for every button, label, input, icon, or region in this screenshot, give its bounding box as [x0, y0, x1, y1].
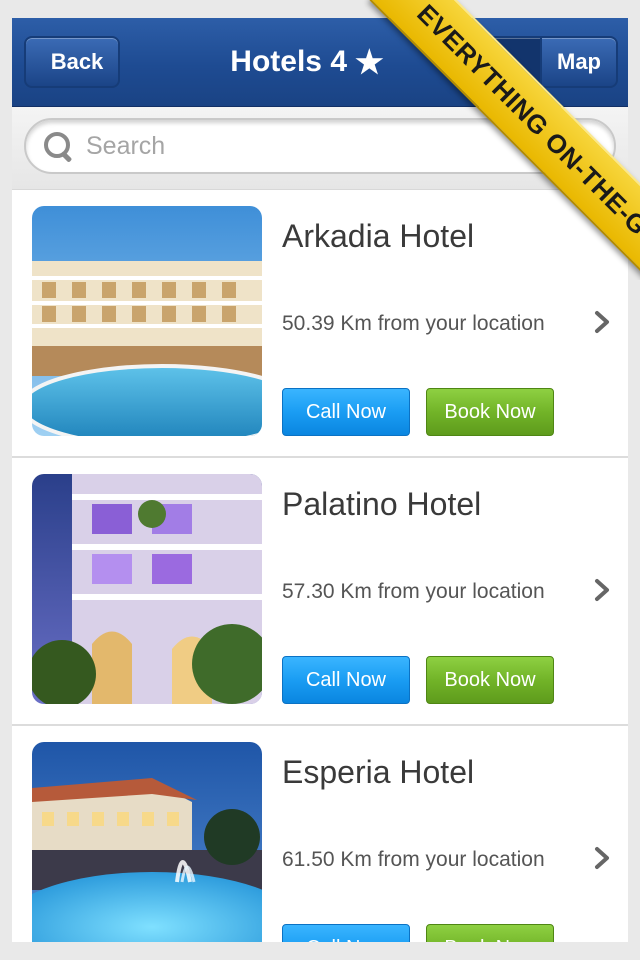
list-view-button[interactable]	[462, 36, 542, 88]
list-item[interactable]: Arkadia Hotel 50.39 Km from your locatio…	[12, 190, 628, 458]
search-icon	[42, 130, 74, 163]
search-box[interactable]	[24, 118, 616, 174]
back-button[interactable]: Back	[24, 36, 120, 88]
navigation-bar: Back Hotels 4 ★ Map	[12, 18, 628, 107]
hotel-distance: 61.50 Km from your location	[282, 848, 545, 871]
chevron-right-icon[interactable]	[588, 576, 616, 604]
hotel-photo	[32, 206, 262, 436]
hotel-name[interactable]: Esperia Hotel	[282, 754, 474, 791]
hotel-distance: 50.39 Km from your location	[282, 312, 545, 335]
star-icon: ★	[355, 44, 384, 80]
hotel-list: Arkadia Hotel 50.39 Km from your locatio…	[12, 190, 628, 942]
map-button-label: Map	[557, 49, 601, 74]
page-title: Hotels 4 ★	[192, 40, 422, 84]
hotel-distance: 57.30 Km from your location	[282, 580, 545, 603]
book-now-button[interactable]: Book Now	[426, 924, 554, 942]
call-now-button[interactable]: Call Now	[282, 388, 410, 436]
hotel-name[interactable]: Palatino Hotel	[282, 486, 481, 523]
chevron-right-icon[interactable]	[588, 844, 616, 872]
map-button[interactable]: Map	[540, 36, 618, 88]
page-title-text: Hotels 4	[230, 45, 348, 78]
back-button-label: Back	[50, 49, 104, 74]
list-item[interactable]: Palatino Hotel 57.30 Km from your locati…	[12, 458, 628, 726]
call-now-button[interactable]: Call Now	[282, 924, 410, 942]
list-item[interactable]: Esperia Hotel 61.50 Km from your locatio…	[12, 726, 628, 942]
hotel-name[interactable]: Arkadia Hotel	[282, 218, 474, 255]
search-bar	[12, 107, 628, 190]
chevron-right-icon[interactable]	[588, 308, 616, 336]
call-now-button[interactable]: Call Now	[282, 656, 410, 704]
hotel-photo	[32, 742, 262, 942]
app-screen: Back Hotels 4 ★ Map Search Arkadia Hotel…	[12, 18, 628, 942]
hotel-photo	[32, 474, 262, 704]
search-input[interactable]	[84, 130, 568, 162]
book-now-button[interactable]: Book Now	[426, 656, 554, 704]
book-now-button[interactable]: Book Now	[426, 388, 554, 436]
